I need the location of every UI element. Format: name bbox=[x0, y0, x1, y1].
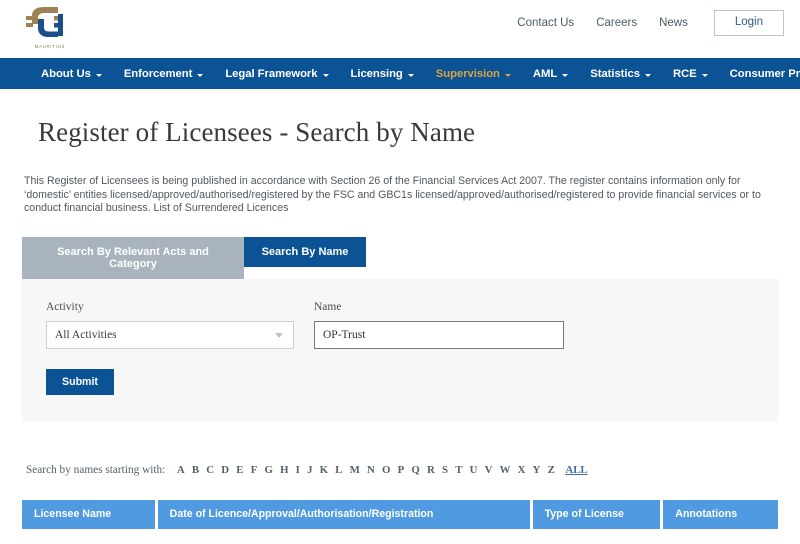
nav-item-licensing[interactable]: Licensing bbox=[340, 68, 425, 80]
chevron-down-icon bbox=[644, 74, 651, 77]
nav-label: Licensing bbox=[350, 67, 403, 80]
alpha-letter-k[interactable]: K bbox=[316, 464, 332, 476]
alpha-letter-c[interactable]: C bbox=[203, 464, 218, 476]
column-header-annotations: Annotations bbox=[663, 499, 779, 529]
alpha-letter-x[interactable]: X bbox=[514, 464, 529, 476]
nav-item-statistics[interactable]: Statistics bbox=[579, 68, 662, 80]
nav-item-about-us[interactable]: About Us bbox=[30, 68, 113, 80]
column-header-licensee-name: Licensee Name bbox=[22, 499, 155, 529]
chevron-down-icon bbox=[95, 74, 102, 77]
nav-label: Statistics bbox=[590, 67, 640, 80]
chevron-down-icon bbox=[504, 74, 511, 77]
alphabet-filter: Search by names starting with: A B C D E… bbox=[26, 464, 778, 476]
chevron-down-icon bbox=[275, 332, 283, 338]
alpha-all-link[interactable]: ALL bbox=[565, 464, 587, 476]
nav-label: RCE bbox=[672, 67, 697, 80]
nav-item-enforcement[interactable]: Enforcement bbox=[113, 68, 215, 80]
search-form-panel: Activity All Activities Name OP-Trust Su… bbox=[22, 278, 778, 422]
alphabet-letters: A B C D E F G H I J K L M N O P Q R S T bbox=[173, 464, 558, 476]
tab-search-by-name[interactable]: Search By Name bbox=[244, 236, 366, 267]
column-header-date-of-licence: Date of Licence/Approval/Authorisation/R… bbox=[157, 499, 530, 529]
alpha-letter-m[interactable]: M bbox=[346, 464, 363, 476]
page-title: Register of Licensees - Search by Name bbox=[38, 117, 476, 147]
alpha-letter-v[interactable]: V bbox=[481, 464, 496, 476]
form-fields-row: Activity All Activities Name OP-Trust bbox=[46, 301, 754, 349]
alpha-letter-q[interactable]: Q bbox=[408, 464, 424, 476]
nav-label: Supervision bbox=[435, 67, 500, 80]
alpha-letter-i[interactable]: I bbox=[292, 464, 303, 476]
nav-item-consumer-protection[interactable]: Consumer Protection bbox=[719, 68, 800, 80]
nav-label: About Us bbox=[41, 67, 91, 80]
careers-link[interactable]: Careers bbox=[596, 17, 637, 29]
chevron-down-icon bbox=[562, 74, 569, 77]
nav-item-supervision[interactable]: Supervision bbox=[425, 68, 522, 80]
alpha-letter-u[interactable]: U bbox=[466, 464, 481, 476]
alpha-letter-l[interactable]: L bbox=[332, 464, 346, 476]
alpha-letter-a[interactable]: A bbox=[173, 464, 188, 476]
page-root: MAURITIUS Contact Us Careers News Login … bbox=[0, 0, 800, 544]
alphabet-filter-label: Search by names starting with: bbox=[26, 463, 166, 476]
alpha-letter-p[interactable]: P bbox=[394, 464, 408, 476]
activity-field-group: Activity All Activities bbox=[46, 301, 294, 349]
chevron-down-icon bbox=[322, 74, 329, 77]
login-button[interactable]: Login bbox=[713, 10, 784, 36]
nav-item-legal-framework[interactable]: Legal Framework bbox=[214, 68, 339, 80]
name-input[interactable]: OP-Trust bbox=[314, 320, 564, 349]
activity-selected-value: All Activities bbox=[55, 328, 117, 341]
activity-label: Activity bbox=[46, 300, 84, 313]
nav-label: Consumer Protection bbox=[729, 67, 800, 80]
column-header-type-of-license: Type of License bbox=[532, 499, 661, 529]
name-label: Name bbox=[314, 300, 342, 313]
activity-select[interactable]: All Activities bbox=[46, 320, 294, 349]
alpha-letter-r[interactable]: R bbox=[423, 464, 438, 476]
alpha-letter-t[interactable]: T bbox=[452, 464, 466, 476]
name-field-group: Name OP-Trust bbox=[314, 301, 564, 349]
nav-item-rce[interactable]: RCE bbox=[662, 68, 719, 80]
nav-label: Legal Framework bbox=[225, 67, 318, 80]
chevron-down-icon bbox=[197, 74, 204, 77]
alpha-letter-n[interactable]: N bbox=[363, 464, 378, 476]
top-bar: MAURITIUS Contact Us Careers News Login bbox=[0, 0, 800, 58]
alpha-letter-y[interactable]: Y bbox=[529, 464, 544, 476]
tab-search-by-relevant-acts-and-category[interactable]: Search By Relevant Acts and Category bbox=[22, 236, 244, 279]
chevron-down-icon bbox=[701, 74, 708, 77]
field-spacer bbox=[294, 301, 314, 349]
results-table-header: Licensee Name Date of Licence/Approval/A… bbox=[22, 499, 779, 529]
alpha-letter-f[interactable]: F bbox=[247, 464, 261, 476]
top-links: Contact Us Careers News Login bbox=[517, 6, 784, 40]
logo-caption: MAURITIUS bbox=[34, 44, 66, 49]
alpha-letter-w[interactable]: W bbox=[496, 464, 514, 476]
chevron-down-icon bbox=[407, 74, 414, 77]
alpha-letter-j[interactable]: J bbox=[303, 464, 316, 476]
submit-button[interactable]: Submit bbox=[46, 368, 114, 395]
search-tabs: Search By Relevant Acts and Category Sea… bbox=[22, 236, 778, 279]
main-navigation: About Us Enforcement Legal Framework Lic… bbox=[0, 58, 800, 89]
alpha-letter-o[interactable]: O bbox=[378, 464, 394, 476]
contact-us-link[interactable]: Contact Us bbox=[517, 17, 574, 29]
news-link[interactable]: News bbox=[659, 17, 688, 29]
nav-label: Enforcement bbox=[123, 67, 193, 80]
intro-paragraph: This Register of Licensees is being publ… bbox=[24, 175, 761, 215]
alpha-letter-g[interactable]: G bbox=[261, 464, 277, 476]
alpha-letter-z[interactable]: Z bbox=[544, 464, 558, 476]
alpha-letter-b[interactable]: B bbox=[188, 464, 202, 476]
alpha-letter-d[interactable]: D bbox=[218, 464, 233, 476]
alpha-letter-s[interactable]: S bbox=[438, 464, 451, 476]
alpha-letter-h[interactable]: H bbox=[276, 464, 292, 476]
page-content: Register of Licensees - Search by Name T… bbox=[0, 117, 800, 544]
nav-label: AML bbox=[532, 67, 558, 80]
nav-item-aml[interactable]: AML bbox=[522, 68, 579, 80]
alpha-letter-e[interactable]: E bbox=[233, 464, 247, 476]
